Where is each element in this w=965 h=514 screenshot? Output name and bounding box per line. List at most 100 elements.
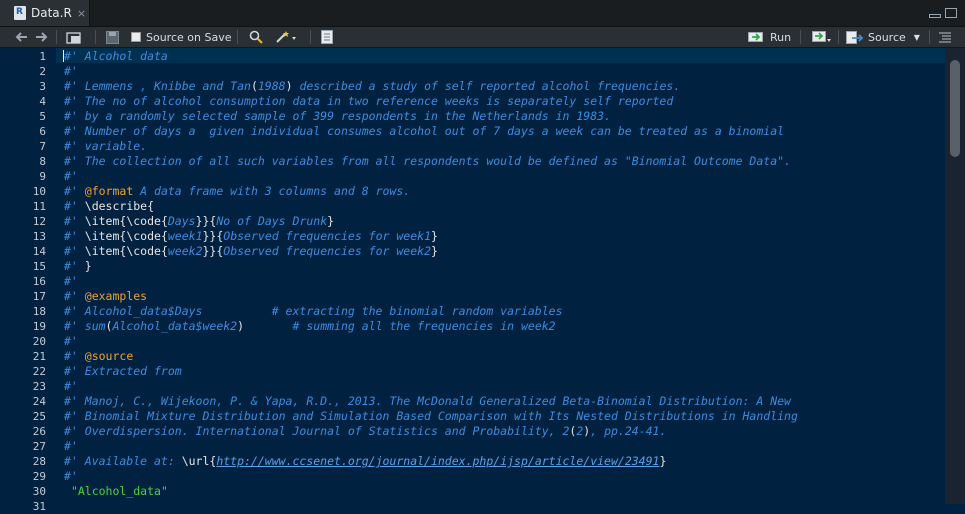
- code-token: #': [64, 244, 85, 258]
- code-line: #' Number of days a given individual con…: [64, 124, 784, 139]
- back-arrow-icon[interactable]: [14, 27, 28, 47]
- code-token: #' Lemmens , Knibbe and Tan: [64, 79, 251, 93]
- code-editor[interactable]: #' Alcohol data #' #' Lemmens , Knibbe and…: [56, 48, 945, 504]
- code-token: ): [285, 79, 293, 93]
- line-number: 13: [32, 230, 46, 243]
- line-number-gutter: 1 2 3 4 5 6 7 8 9 10 11 12 13 14 15 16 17 18 19 20 21 22 23 24 2…: [0, 48, 56, 513]
- source-button[interactable]: Source ▼: [846, 27, 920, 47]
- code-token: }: [431, 229, 438, 243]
- line-number: 26: [32, 425, 46, 438]
- line-number: 29: [32, 470, 46, 483]
- code-token: , pp.24-41.: [590, 424, 667, 438]
- code-line: #' \describe{: [64, 199, 154, 214]
- code-token: Observed frequencies for week2: [223, 244, 431, 258]
- code-token: #' sum: [64, 319, 106, 333]
- code-token: #': [64, 469, 78, 483]
- minimize-pane-icon[interactable]: [929, 14, 941, 18]
- code-token: #': [64, 379, 78, 393]
- code-token: }: [327, 214, 335, 228]
- code-line: #' \item{\code{Days}}{No of Days Drunk}: [64, 214, 334, 229]
- code-token: }}{: [202, 229, 224, 243]
- source-dropdown-icon[interactable]: ▼: [914, 33, 920, 42]
- run-icon: [748, 32, 763, 42]
- code-token: }}{: [202, 244, 224, 258]
- line-number: 12: [32, 215, 46, 228]
- line-number: 2: [39, 65, 46, 78]
- code-line: #' Manoj, C., Wijekoon, P. & Yapa, R.D.,…: [64, 394, 791, 409]
- code-line: #' @examples: [64, 289, 147, 304]
- code-token: @format: [84, 184, 134, 198]
- code-token: #': [64, 64, 78, 78]
- code-token: Alcohol_data$week2: [112, 319, 238, 333]
- code-token: #': [64, 184, 85, 198]
- line-number: 31: [32, 500, 46, 513]
- tab-data-r[interactable]: Data.R ×: [0, 0, 90, 26]
- code-token: Observed frequencies for week1: [223, 229, 431, 243]
- code-token: (: [250, 79, 258, 93]
- source-icon: [846, 30, 864, 44]
- code-line: #': [64, 274, 78, 289]
- source-on-save-label: Source on Save: [146, 30, 232, 44]
- code-token: @source: [84, 349, 134, 363]
- line-number: 8: [39, 155, 46, 168]
- tab-close-icon[interactable]: ×: [77, 7, 86, 20]
- code-tools-wand-icon[interactable]: [275, 27, 297, 47]
- code-line: #' The collection of all such variables …: [64, 154, 791, 169]
- line-number: 30: [32, 485, 46, 498]
- run-button[interactable]: Run: [748, 27, 791, 47]
- pane-window-controls: [929, 8, 957, 18]
- code-line: #' Available at: \url{http://www.ccsenet…: [64, 454, 666, 469]
- line-number: 21: [32, 350, 46, 363]
- code-line: #': [64, 334, 78, 349]
- code-token: #': [64, 259, 85, 273]
- code-line: #' @format A data frame with 3 columns a…: [64, 184, 410, 199]
- code-token: "Alcohol_data": [70, 484, 168, 498]
- code-token: }}{: [195, 214, 217, 228]
- active-line-highlight: [56, 48, 945, 63]
- show-in-window-icon[interactable]: [66, 27, 82, 47]
- code-token: #' Manoj, C., Wijekoon, P. & Yapa, R.D.,…: [64, 394, 791, 408]
- code-token: #' Alcohol data: [64, 49, 168, 63]
- source-label: Source: [868, 30, 906, 44]
- code-token: A data frame with 3 columns and 8 rows.: [133, 184, 411, 198]
- code-token: Days: [167, 214, 196, 228]
- code-token: # summing all the frequencies in week2: [244, 319, 556, 333]
- document-outline-icon[interactable]: [938, 27, 952, 47]
- code-token: #' Alcohol_data$Days # extracting the bi…: [64, 304, 563, 318]
- forward-arrow-icon[interactable]: [35, 27, 49, 47]
- code-token: #' Binomial Mixture Distribution and Sim…: [64, 409, 798, 423]
- rerun-icon[interactable]: [812, 27, 834, 47]
- line-number: 18: [32, 305, 46, 318]
- search-icon[interactable]: [249, 27, 263, 47]
- code-token: #': [64, 169, 78, 183]
- line-number: 28: [32, 455, 46, 468]
- compile-report-icon[interactable]: [321, 27, 333, 47]
- editor-tab-bar: Data.R ×: [0, 0, 965, 27]
- code-token: #' variable.: [64, 139, 148, 153]
- line-number: 24: [32, 395, 46, 408]
- vertical-scrollbar[interactable]: [945, 48, 965, 504]
- code-line: #': [64, 64, 78, 79]
- line-number: 5: [39, 110, 46, 123]
- source-on-save-check-icon[interactable]: [131, 32, 141, 42]
- maximize-pane-icon[interactable]: [945, 8, 957, 18]
- scrollbar-thumb[interactable]: [950, 60, 960, 157]
- code-line: #' Extracted from: [64, 364, 182, 379]
- code-token: \url{: [181, 454, 217, 468]
- line-number: 17: [32, 290, 46, 303]
- line-number: 19: [32, 320, 46, 333]
- save-icon[interactable]: [106, 27, 119, 47]
- code-line: #': [64, 169, 78, 184]
- line-number: 10: [32, 185, 46, 198]
- line-number: 27: [32, 440, 46, 453]
- code-token: @examples: [84, 289, 148, 303]
- code-token: No of Days Drunk: [216, 214, 328, 228]
- line-number: 3: [39, 80, 46, 93]
- code-token: week1: [167, 229, 203, 243]
- code-token: #' by a randomly selected sample of 399 …: [64, 109, 611, 123]
- source-on-save-checkbox[interactable]: Source on Save: [131, 27, 231, 47]
- code-token: ): [237, 319, 245, 333]
- code-url-link[interactable]: http://www.ccsenet.org/journal/index.php…: [216, 454, 659, 468]
- code-line: #' Alcohol_data$Days # extracting the bi…: [64, 304, 563, 319]
